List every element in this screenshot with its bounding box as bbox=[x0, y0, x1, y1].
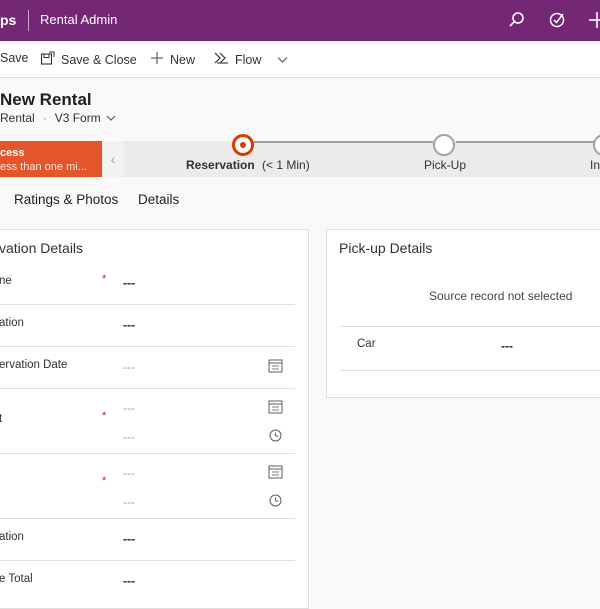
stage-marker[interactable] bbox=[593, 134, 600, 156]
assistant-target-icon[interactable] bbox=[546, 9, 568, 31]
flow-icon bbox=[214, 51, 229, 68]
section-title: vation Details bbox=[0, 240, 84, 256]
flow-button[interactable]: Flow bbox=[214, 51, 288, 68]
area-name[interactable]: Rental Admin bbox=[40, 12, 117, 27]
calendar-icon[interactable] bbox=[268, 358, 283, 373]
field-value[interactable]: --- bbox=[123, 318, 135, 332]
field-value[interactable]: --- bbox=[123, 276, 135, 290]
save-button[interactable]: Save bbox=[0, 51, 29, 65]
time-input[interactable]: --- bbox=[123, 430, 135, 444]
add-icon bbox=[150, 51, 164, 68]
save-close-icon bbox=[40, 51, 55, 69]
calendar-icon[interactable] bbox=[268, 464, 283, 479]
active-stage-name: cess bbox=[0, 147, 25, 159]
field-label: Car bbox=[357, 338, 376, 350]
save-close-label: Save & Close bbox=[61, 53, 137, 67]
tab-ratings-photos[interactable]: Ratings & Photos bbox=[14, 192, 118, 207]
chevron-down-icon[interactable] bbox=[277, 53, 288, 67]
stage-label: In bbox=[590, 158, 600, 172]
required-marker: * bbox=[102, 410, 107, 422]
field-label: e Total bbox=[0, 573, 33, 585]
calendar-icon[interactable] bbox=[268, 399, 283, 414]
business-process-flow: cess ess than one mi... ‹ Reservation (<… bbox=[0, 134, 600, 177]
field-label: ervation Date bbox=[0, 359, 68, 371]
field-label: t bbox=[0, 413, 3, 425]
active-stage-duration: ess than one mi... bbox=[0, 161, 87, 173]
field-row: * --- --- bbox=[0, 454, 295, 519]
chevron-down-icon bbox=[106, 111, 116, 125]
field-row: ne * --- bbox=[0, 264, 295, 305]
header-divider bbox=[28, 10, 29, 31]
entity-name: Rental bbox=[0, 111, 35, 125]
field-row: t * --- --- bbox=[0, 389, 295, 454]
field-row: Car --- bbox=[339, 326, 600, 371]
car-lookup-value[interactable]: --- bbox=[501, 339, 513, 353]
save-label: Save bbox=[0, 51, 29, 65]
pickup-details-section: Pick-up Details Source record not select… bbox=[326, 229, 600, 398]
field-label: ation bbox=[0, 317, 24, 329]
required-marker: * bbox=[102, 475, 107, 487]
field-row: ation --- bbox=[0, 519, 295, 561]
clock-icon[interactable] bbox=[268, 493, 283, 508]
form-name: V3 Form bbox=[54, 111, 101, 125]
stage-duration: (< 1 Min) bbox=[262, 158, 310, 172]
field-row: ervation Date --- bbox=[0, 347, 295, 389]
field-row: ation --- bbox=[0, 305, 295, 347]
flow-label: Flow bbox=[235, 52, 262, 67]
new-button[interactable]: New bbox=[150, 51, 195, 68]
add-icon[interactable] bbox=[586, 9, 600, 31]
record-title: New Rental bbox=[0, 90, 92, 109]
time-input[interactable]: --- bbox=[123, 495, 135, 509]
stage-reservation[interactable]: Reservation (< 1 Min) bbox=[186, 158, 310, 172]
field-row: e Total --- bbox=[0, 561, 295, 602]
new-label: New bbox=[170, 52, 196, 67]
command-bar: Save Save & Close New Flow bbox=[0, 41, 600, 78]
reservation-details-section: vation Details ne * --- ation --- ervati… bbox=[0, 229, 309, 609]
source-record-message: Source record not selected bbox=[429, 289, 573, 303]
date-input[interactable]: --- bbox=[123, 466, 135, 480]
record-subtitle: Rental · V3 Form bbox=[0, 111, 116, 125]
stage-connector bbox=[456, 141, 600, 143]
section-title: Pick-up Details bbox=[339, 240, 433, 256]
stage-marker[interactable] bbox=[433, 134, 455, 156]
stage-label: Pick-Up bbox=[424, 158, 467, 172]
stage-connector bbox=[250, 141, 433, 143]
field-value[interactable]: --- bbox=[123, 574, 135, 588]
tab-details[interactable]: Details bbox=[138, 192, 179, 207]
date-input[interactable]: --- bbox=[123, 360, 135, 374]
date-input[interactable]: --- bbox=[123, 401, 135, 415]
bpf-previous-button[interactable]: ‹ bbox=[102, 141, 124, 177]
stage-current-marker[interactable] bbox=[232, 134, 254, 156]
field-value[interactable]: --- bbox=[123, 532, 135, 546]
stage-next[interactable]: In bbox=[590, 158, 600, 172]
form-selector[interactable]: V3 Form bbox=[55, 111, 116, 125]
field-label: ation bbox=[0, 531, 24, 543]
save-close-button[interactable]: Save & Close bbox=[40, 51, 137, 69]
app-header-bar: ps Rental Admin bbox=[0, 0, 600, 41]
search-icon[interactable] bbox=[506, 9, 528, 31]
stage-label: Reservation bbox=[186, 158, 255, 172]
stage-pickup[interactable]: Pick-Up bbox=[424, 158, 466, 172]
required-marker: * bbox=[102, 273, 107, 285]
clock-icon[interactable] bbox=[268, 428, 283, 443]
app-name[interactable]: ps bbox=[0, 12, 16, 28]
active-stage-flag[interactable]: cess ess than one mi... bbox=[0, 141, 102, 177]
field-label: ne bbox=[0, 275, 12, 287]
